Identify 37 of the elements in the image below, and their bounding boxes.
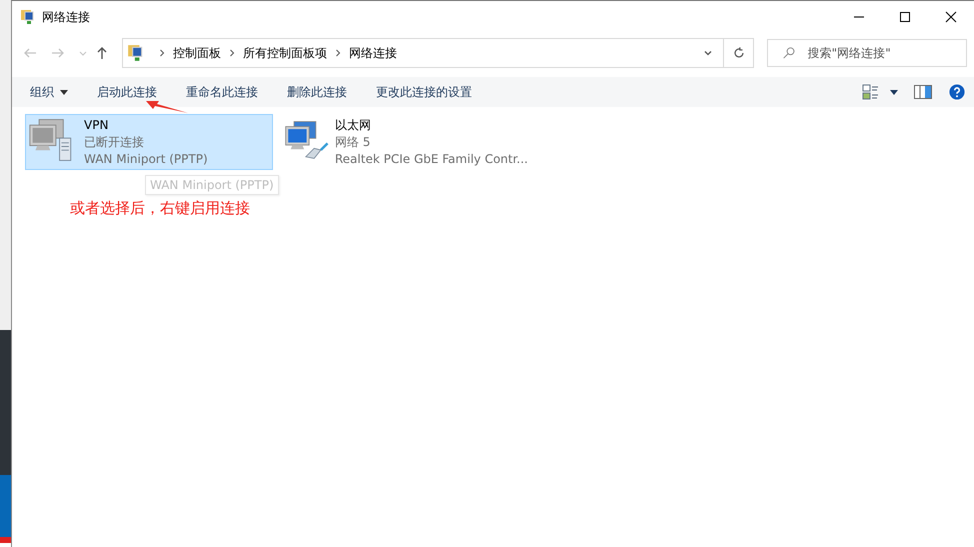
connection-item[interactable]: VPN 已断开连接 WAN Miniport (PPTP) (25, 114, 273, 170)
address-bar[interactable]: 控制面板 所有控制面板项 网络连接 (122, 38, 754, 68)
breadcrumb-item[interactable]: 所有控制面板项 (243, 44, 327, 62)
toolbar-button[interactable]: 重命名此连接 (178, 80, 266, 104)
search-icon (782, 46, 796, 60)
help-icon[interactable] (948, 84, 966, 100)
breadcrumb-item[interactable]: 网络连接 (349, 44, 397, 62)
close-icon (945, 11, 957, 23)
toolbar-button[interactable]: 启动此连接 (89, 80, 165, 104)
chevron-icon[interactable] (229, 49, 235, 57)
device-name: Realtek PCIe GbE Family Contr... (334, 151, 528, 168)
connection-status: 已断开连接 (84, 134, 145, 151)
search-field[interactable]: 搜索"网络连接" (767, 39, 967, 67)
network-folder-icon (20, 9, 36, 25)
toolbar-button[interactable]: 更改此连接的设置 (368, 80, 480, 104)
device-name: WAN Miniport (PPTP) (84, 151, 208, 168)
view-options-icon[interactable] (862, 84, 880, 100)
connection-status: 网络 5 (334, 134, 372, 151)
chevron-icon[interactable] (335, 49, 341, 57)
window-title: 网络连接 (42, 8, 90, 26)
toolbar-button[interactable]: 删除此连接 (279, 80, 355, 104)
organize-menu-button[interactable]: 组织 (22, 80, 76, 104)
tooltip: WAN Miniport (PPTP) (145, 175, 279, 195)
connection-name: VPN (84, 117, 110, 134)
refresh-icon (732, 46, 746, 60)
chevron-icon[interactable] (159, 49, 165, 57)
annotation-text: 或者选择后，右键启用连接 (70, 199, 250, 218)
maximize-icon (899, 11, 911, 23)
connection-item[interactable]: 以太网 网络 5 Realtek PCIe GbE Family Contr... (281, 114, 529, 170)
search-input[interactable]: 搜索"网络连接" (806, 45, 966, 61)
caret-icon (60, 90, 68, 94)
connection-name: 以太网 (334, 117, 372, 134)
caret-icon[interactable] (890, 90, 898, 94)
dropdown-icon[interactable] (703, 48, 713, 58)
preview-pane-icon[interactable] (914, 84, 932, 100)
network-folder-icon (127, 44, 145, 62)
breadcrumb-item[interactable]: 控制面板 (173, 44, 221, 62)
